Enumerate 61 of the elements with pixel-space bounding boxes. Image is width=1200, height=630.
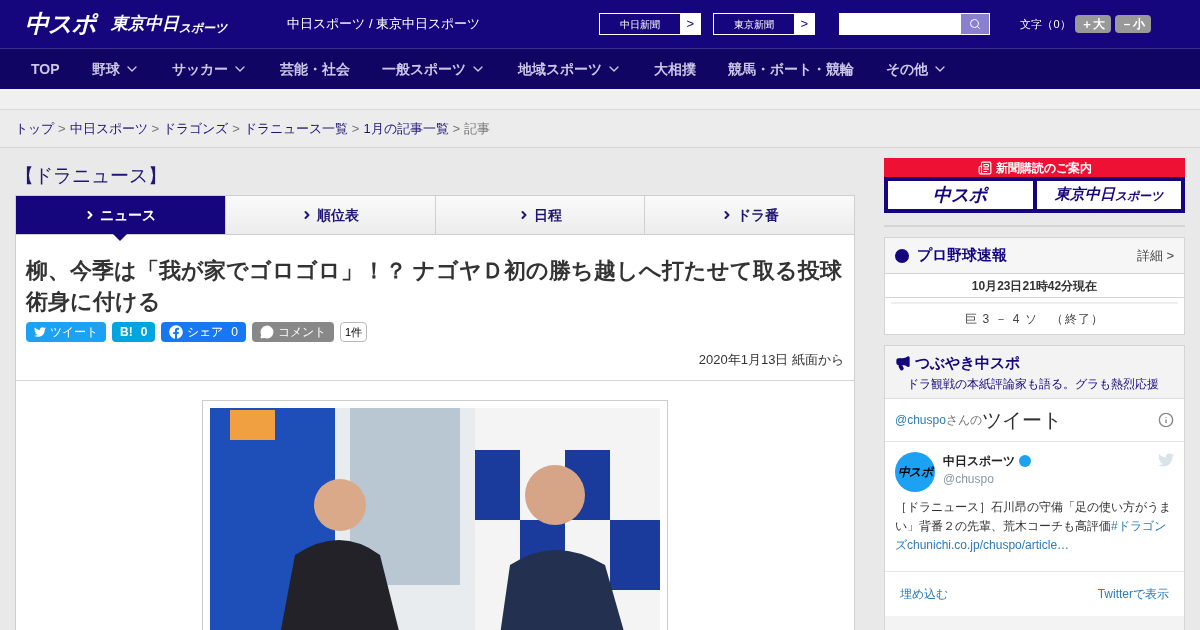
site-title: 中日スポーツ / 東京中日スポーツ xyxy=(287,15,482,34)
search-field[interactable] xyxy=(839,13,991,35)
avatar[interactable]: 中スポ xyxy=(895,451,935,492)
newspaper-link[interactable]: 中日新聞 > xyxy=(599,13,702,35)
nav-item[interactable]: 大相撲 xyxy=(637,58,712,80)
bird-icon xyxy=(1158,451,1174,468)
detail-link[interactable]: 詳細 > xyxy=(1136,245,1174,266)
tab[interactable]: 日程 xyxy=(434,196,645,234)
megaphone-icon xyxy=(895,355,911,372)
breadcrumb-link[interactable]: トップ xyxy=(15,118,54,139)
breadcrumb-current: 記事 xyxy=(464,119,491,138)
facebook-icon xyxy=(169,325,184,339)
widget-title: ツイート xyxy=(981,407,1062,433)
nav-item[interactable]: 競馬・ボート・競輪 xyxy=(711,58,870,80)
baseball-icon xyxy=(895,248,909,263)
comment-count: 1件 xyxy=(340,322,368,342)
nav-item[interactable]: サッカー xyxy=(155,58,264,80)
newspaper-icon xyxy=(977,160,992,175)
embed-link[interactable]: 埋め込む xyxy=(900,584,948,603)
view-on-twitter-link[interactable]: Twitterで表示 xyxy=(1097,584,1169,603)
breadcrumb-separator: > xyxy=(58,119,66,138)
panel-subtitle: ドラ観戦の本紙評論家も語る。グラも熱烈応援 xyxy=(906,375,1160,393)
breadcrumb-separator: > xyxy=(151,119,160,138)
widget-suffix: さんの xyxy=(945,411,982,427)
nav-item[interactable]: 一般スポーツ xyxy=(365,58,502,80)
nav-item[interactable]: その他 xyxy=(869,58,964,80)
breadcrumb-link[interactable]: ドラゴンズ xyxy=(163,118,229,139)
nav-item[interactable]: 野球 xyxy=(75,58,156,80)
site-logo[interactable]: 中スポ xyxy=(888,181,1033,209)
widget-handle[interactable]: @chuspo xyxy=(895,410,946,429)
section-title: 【ドラニュース】 xyxy=(15,164,168,189)
tweet-author[interactable]: 中日スポーツ xyxy=(943,451,1015,470)
speech-bubble-icon xyxy=(260,325,275,339)
tweet-handle: @chuspo xyxy=(943,470,995,488)
tab[interactable]: ドラ番 xyxy=(644,196,854,234)
banner-title: 新聞購読のご案内 xyxy=(995,159,1092,177)
nav-item[interactable]: 芸能・社会 xyxy=(263,58,366,80)
site-logo[interactable]: 中スポ xyxy=(25,6,96,42)
panel-title: つぶやき中スポ xyxy=(915,353,1020,373)
panel-title: プロ野球速報 xyxy=(917,245,1007,266)
breadcrumb-separator: > xyxy=(232,119,240,138)
nav-item[interactable]: TOP xyxy=(15,58,76,80)
share-button[interactable]: シェア 0 xyxy=(161,322,247,342)
font-size-label: 文字（0） xyxy=(1020,16,1071,32)
tab[interactable]: 順位表 xyxy=(224,196,435,234)
article-headline: 柳、今季は「我が家でゴロゴロ」！？ ナゴヤＤ初の勝ち越しへ打たせて取る投球術身に付ける xyxy=(26,257,844,316)
breadcrumb-link[interactable]: 中日スポーツ xyxy=(69,118,148,139)
game-score: 巨 3 － 4 ソ （終了） xyxy=(963,311,1106,328)
tweet-text: ［ドラニュース］石川昂の守備「足の使い方がうまい」背番２の先輩、荒木コーチも高評価#ドラゴンズchunichi.co.jp/chuspo/article… xyxy=(895,498,1172,554)
search-icon[interactable] xyxy=(961,14,990,34)
breadcrumb-separator: > xyxy=(452,119,461,138)
bird-icon xyxy=(34,326,46,338)
breadcrumb-link[interactable]: 1月の記事一覧 xyxy=(363,118,449,139)
newspaper-link[interactable]: 東京新聞 > xyxy=(713,13,816,35)
share-button[interactable]: コメント xyxy=(252,322,335,342)
article-date: 2020年1月13日 紙面から xyxy=(697,351,844,369)
update-time: 10月23日21時42分現在 xyxy=(885,274,1184,298)
breadcrumb-separator: > xyxy=(351,119,360,138)
breadcrumb-link[interactable]: ドラニュース一覧 xyxy=(243,118,348,139)
nav-item[interactable]: 地域スポーツ xyxy=(501,58,638,80)
info-icon[interactable] xyxy=(1158,411,1174,428)
